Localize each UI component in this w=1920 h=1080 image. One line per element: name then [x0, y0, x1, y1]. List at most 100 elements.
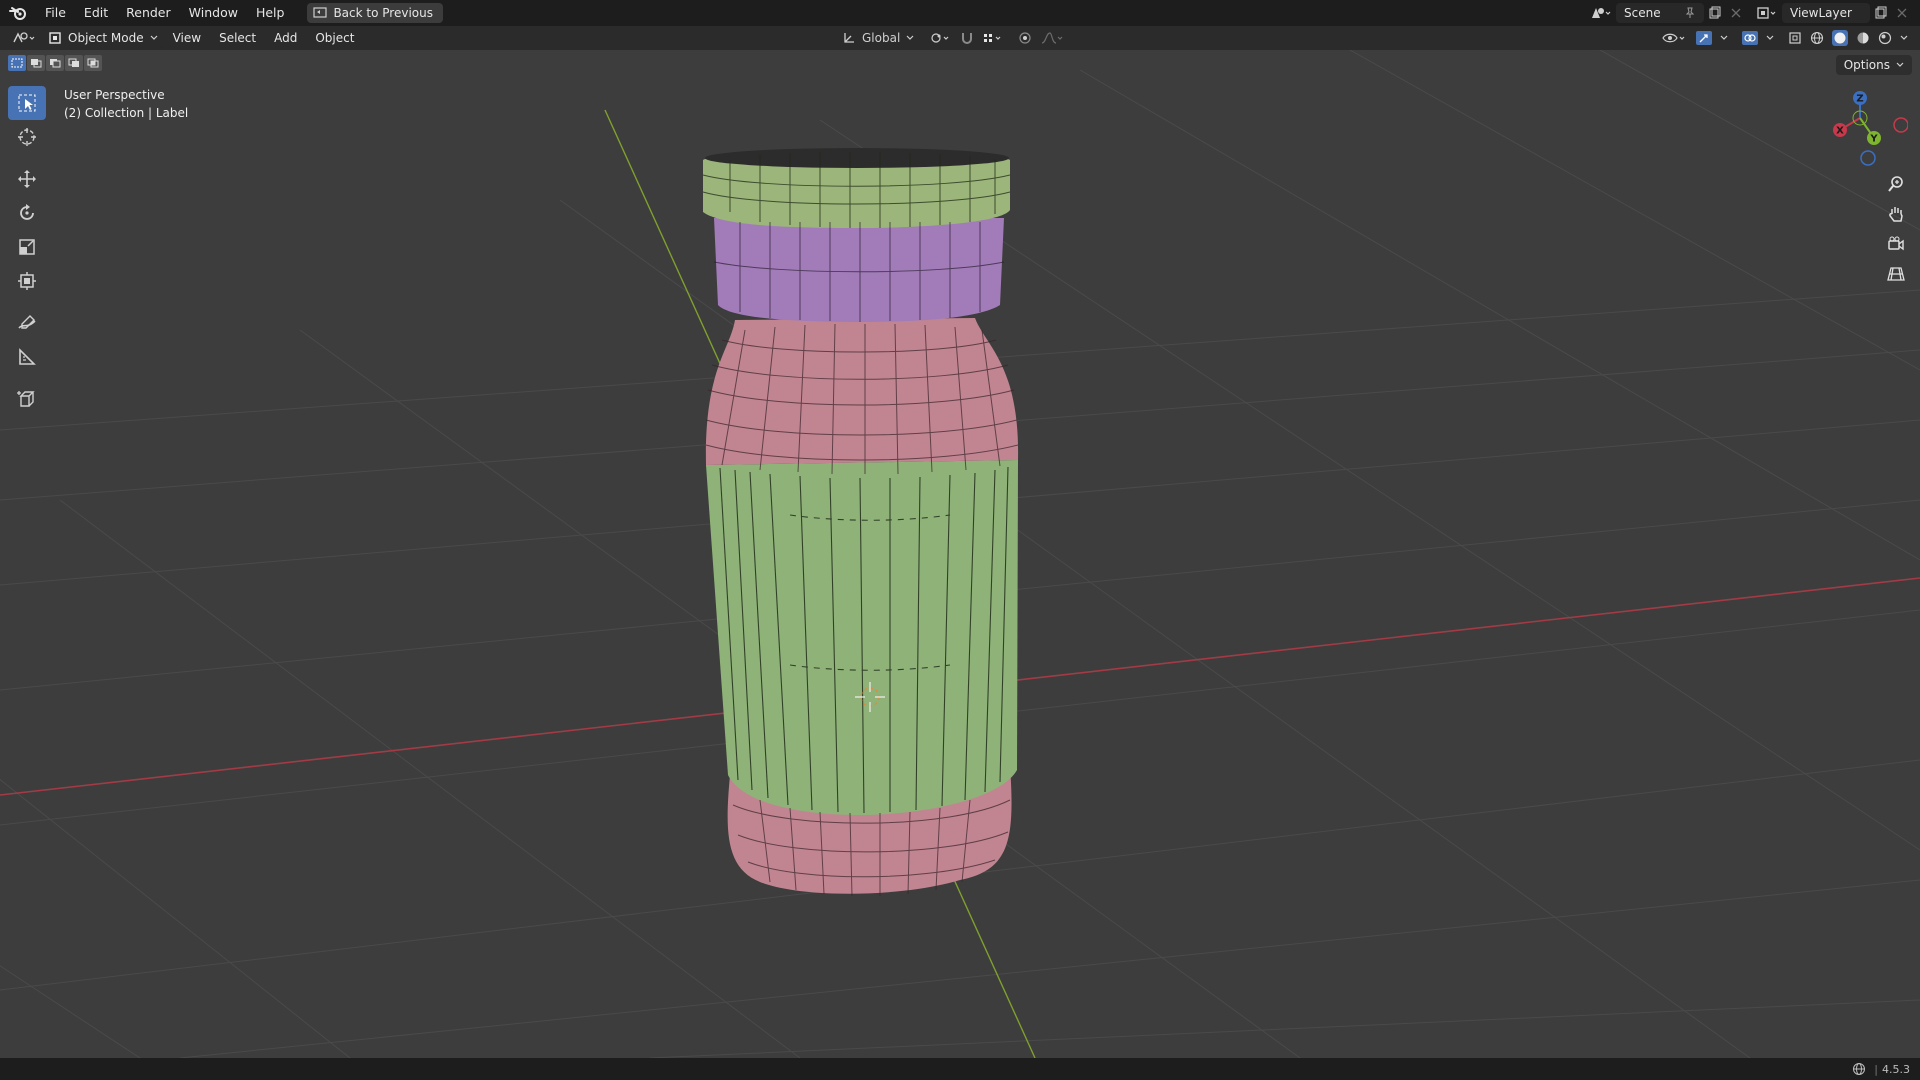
- menu-window[interactable]: Window: [180, 0, 247, 26]
- visibility-dropdown[interactable]: [1658, 28, 1692, 48]
- gizmo-neg-x-handle: [1893, 117, 1908, 133]
- zoom-icon[interactable]: [1882, 170, 1910, 198]
- perspective-toggle-icon[interactable]: [1882, 260, 1910, 288]
- status-bar: | 4.5.3: [0, 1058, 1920, 1080]
- remove-scene-icon[interactable]: [1726, 3, 1746, 23]
- 3d-viewport[interactable]: [0, 50, 1920, 1058]
- menu-edit[interactable]: Edit: [75, 0, 117, 26]
- measure-tool-icon[interactable]: [8, 340, 46, 374]
- overlays-toggle[interactable]: [1738, 28, 1762, 48]
- object-mode-icon: [49, 32, 61, 44]
- select-box-tool-icon[interactable]: [8, 86, 46, 120]
- options-dropdown[interactable]: Options: [1835, 55, 1912, 75]
- camera-view-icon[interactable]: [1882, 230, 1910, 258]
- options-label: Options: [1843, 58, 1890, 72]
- view-layer-name: ViewLayer: [1790, 6, 1852, 20]
- back-to-previous-button[interactable]: Back to Previous: [307, 3, 443, 23]
- wireframe-sphere-icon: [1810, 31, 1824, 45]
- pivot-point-dropdown[interactable]: [926, 28, 956, 48]
- object-mode-dropdown[interactable]: Object Mode: [42, 28, 164, 48]
- shading-material[interactable]: [1852, 28, 1874, 48]
- scene-selector-icon[interactable]: [1586, 3, 1616, 23]
- tool-shelf: [8, 86, 46, 416]
- xray-toggle[interactable]: [1784, 28, 1806, 48]
- gizmo-toggle[interactable]: [1692, 28, 1716, 48]
- cursor-tool-icon[interactable]: [8, 120, 46, 154]
- new-scene-icon[interactable]: [1704, 3, 1726, 23]
- chevron-down-icon: [150, 35, 158, 40]
- transform-tool-icon[interactable]: [8, 264, 46, 298]
- eye-icon: [1662, 33, 1685, 43]
- gizmo-x-label: X: [1836, 126, 1844, 137]
- material-sphere-icon: [1857, 32, 1869, 44]
- scene-name: Scene: [1624, 6, 1661, 20]
- scene-field[interactable]: Scene: [1616, 3, 1704, 23]
- menu-help[interactable]: Help: [247, 0, 294, 26]
- overlays-icon: [1742, 31, 1758, 45]
- gizmo-arrows-icon: [1696, 31, 1712, 45]
- chevron-down-icon: [1720, 35, 1728, 40]
- menu-file[interactable]: File: [36, 0, 75, 26]
- solid-sphere-icon: [1832, 30, 1848, 46]
- falloff-dropdown[interactable]: [1036, 28, 1068, 48]
- view-layer-selector-icon[interactable]: [1752, 3, 1782, 23]
- select-extend-icon[interactable]: [27, 55, 45, 71]
- shading-rendered[interactable]: [1874, 28, 1896, 48]
- header-menu-select[interactable]: Select: [210, 26, 265, 50]
- select-subtract-icon[interactable]: [46, 55, 64, 71]
- new-view-layer-icon[interactable]: [1870, 3, 1892, 23]
- top-bar: File Edit Render Window Help Back to Pre…: [0, 0, 1920, 26]
- shading-dropdown[interactable]: [1896, 28, 1912, 48]
- rotate-tool-icon[interactable]: [8, 196, 46, 230]
- gizmo-neg-z-handle: [1860, 150, 1876, 166]
- annotate-tool-icon[interactable]: [8, 306, 46, 340]
- chevron-down-icon: [906, 35, 914, 40]
- selection-mode-group: [8, 55, 102, 71]
- select-new-icon[interactable]: [8, 55, 26, 71]
- transform-orientation-dropdown[interactable]: Global: [838, 28, 918, 48]
- viewport-display-tools: [1658, 26, 1920, 50]
- shading-wireframe[interactable]: [1806, 28, 1828, 48]
- viewport-canvas: [0, 50, 1920, 1058]
- header-menu-view[interactable]: View: [164, 26, 210, 50]
- scale-tool-icon[interactable]: [8, 230, 46, 264]
- menu-render[interactable]: Render: [117, 0, 180, 26]
- orientation-label: Global: [862, 31, 901, 45]
- network-globe-icon: [1853, 1063, 1866, 1075]
- select-intersect-icon[interactable]: [84, 55, 102, 71]
- pan-hand-icon[interactable]: [1882, 200, 1910, 228]
- gizmo-z-label: Z: [1856, 94, 1863, 105]
- editor-type-icon[interactable]: [8, 28, 42, 48]
- gizmo-dropdown[interactable]: [1716, 28, 1732, 48]
- select-invert-icon[interactable]: [65, 55, 83, 71]
- navigation-gizmo[interactable]: Z X Y: [1828, 88, 1908, 168]
- transform-tools-group: Global: [838, 26, 1068, 50]
- snap-grid-icon: [984, 34, 1001, 42]
- add-cube-tool-icon[interactable]: [8, 382, 46, 416]
- chevron-down-icon: [1766, 35, 1774, 40]
- pin-icon[interactable]: [1684, 7, 1696, 19]
- overlays-dropdown[interactable]: [1762, 28, 1778, 48]
- header-menu-add[interactable]: Add: [265, 26, 306, 50]
- pivot-icon: [931, 33, 949, 43]
- view-layer-field[interactable]: ViewLayer: [1782, 3, 1870, 23]
- header-menu-object[interactable]: Object: [306, 26, 363, 50]
- chevron-down-icon: [1896, 62, 1904, 67]
- snap-target-dropdown[interactable]: [978, 28, 1008, 48]
- viewport-info-overlay: User Perspective (2) Collection | Label: [64, 86, 188, 122]
- move-tool-icon[interactable]: [8, 162, 46, 196]
- back-to-previous-label: Back to Previous: [333, 6, 433, 20]
- gizmo-y-label: Y: [1869, 134, 1878, 145]
- proportional-edit-toggle[interactable]: [1014, 28, 1036, 48]
- remove-view-layer-icon[interactable]: [1892, 3, 1912, 23]
- blender-logo-icon[interactable]: [0, 0, 36, 26]
- collection-label: (2) Collection | Label: [64, 106, 189, 120]
- xray-icon: [1789, 32, 1801, 44]
- orientation-axes-icon: [844, 33, 854, 43]
- proportional-edit-icon: [1019, 32, 1031, 44]
- snap-toggle[interactable]: [956, 28, 978, 48]
- object-mode-label: Object Mode: [68, 31, 144, 45]
- back-screen-icon: [313, 7, 328, 18]
- rendered-sphere-icon: [1878, 31, 1892, 45]
- shading-solid[interactable]: [1828, 28, 1852, 48]
